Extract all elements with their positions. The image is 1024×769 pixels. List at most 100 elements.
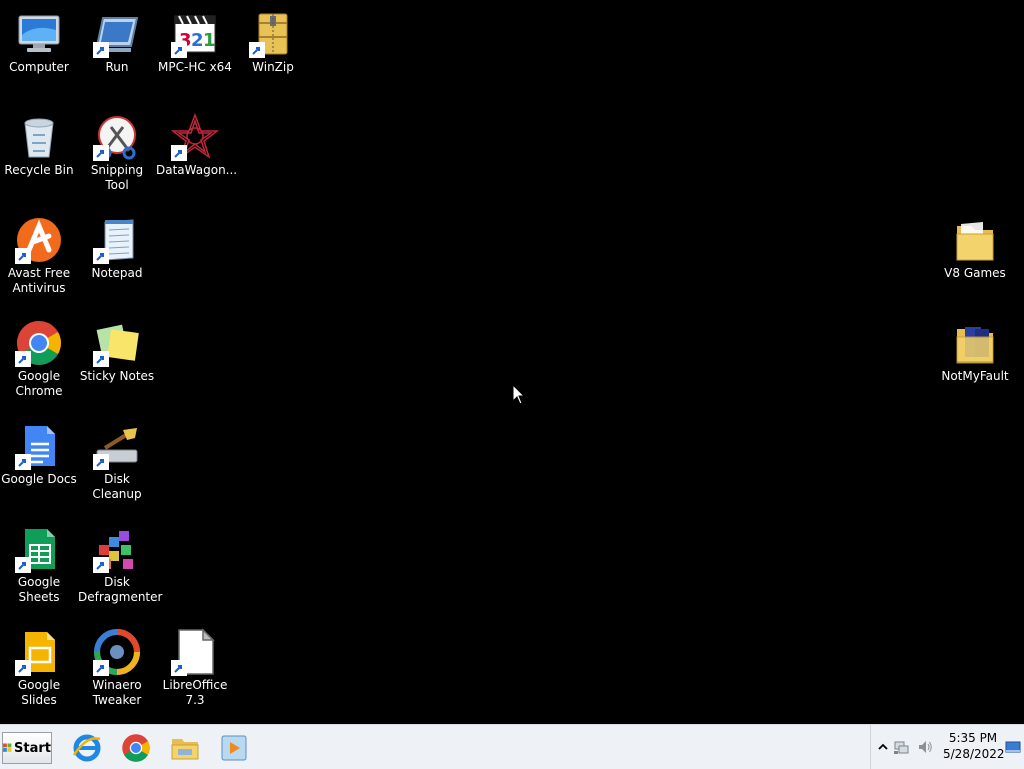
winaero-tweaker-icon bbox=[93, 628, 141, 676]
desktop-icon-google-chrome[interactable]: Google Chrome bbox=[0, 311, 78, 411]
taskbar-file-explorer[interactable] bbox=[168, 731, 202, 765]
desktop-icon-avast[interactable]: Avast Free Antivirus bbox=[0, 208, 78, 308]
taskbar-internet-explorer[interactable] bbox=[70, 731, 104, 765]
desktop-icon-disk-defragmenter[interactable]: Disk Defragmenter bbox=[78, 517, 163, 617]
sticky-notes-icon bbox=[93, 319, 141, 367]
google-docs-icon bbox=[15, 422, 63, 470]
disk-cleanup-icon bbox=[93, 422, 141, 470]
clock-date: 5/28/2022 bbox=[943, 747, 1005, 761]
shortcut-arrow-icon bbox=[15, 248, 31, 264]
desktop-icon-google-sheets[interactable]: Google Sheets bbox=[0, 517, 78, 617]
icon-label: Computer bbox=[9, 60, 69, 74]
desktop-icon-winzip[interactable]: WinZip bbox=[234, 2, 312, 102]
volume-icon[interactable] bbox=[917, 739, 933, 755]
desktop-icon-notepad[interactable]: Notepad bbox=[78, 208, 156, 308]
libreoffice-icon bbox=[171, 628, 219, 676]
icon-label: Run bbox=[105, 60, 129, 74]
recycle-bin-icon bbox=[15, 113, 63, 161]
folder-icon bbox=[951, 216, 999, 264]
shortcut-arrow-icon bbox=[171, 145, 187, 161]
shortcut-arrow-icon bbox=[93, 351, 109, 367]
clock-time: 5:35 PM bbox=[948, 731, 998, 745]
show-desktop-icon[interactable] bbox=[1005, 739, 1021, 755]
avast-icon bbox=[15, 216, 63, 264]
svg-text:2: 2 bbox=[191, 30, 204, 51]
desktop-icon-computer[interactable]: Computer bbox=[0, 2, 78, 102]
shortcut-arrow-icon bbox=[15, 454, 31, 470]
desktop-icon-snipping-tool[interactable]: Snipping Tool bbox=[78, 105, 156, 205]
desktop-icon-v8-games[interactable]: V8 Games bbox=[936, 208, 1014, 308]
taskbar-google-chrome[interactable] bbox=[119, 731, 153, 765]
shortcut-arrow-icon bbox=[249, 42, 265, 58]
shortcut-arrow-icon bbox=[15, 660, 31, 676]
icon-label: Sticky Notes bbox=[79, 369, 155, 383]
snipping-tool-icon bbox=[93, 113, 141, 161]
google-slides-icon bbox=[15, 628, 63, 676]
computer-icon bbox=[15, 10, 63, 58]
icon-label: Winaero Tweaker bbox=[92, 678, 142, 707]
icon-label: Google Slides bbox=[17, 678, 61, 707]
desktop-icon-winaero-tweaker[interactable]: Winaero Tweaker bbox=[78, 620, 156, 720]
icon-label: Disk Defragmenter bbox=[78, 575, 163, 604]
system-tray: 5:35 PM 5/28/2022 bbox=[870, 725, 1024, 769]
icon-label: Disk Cleanup bbox=[92, 472, 142, 501]
clock[interactable]: 5:35 PM 5/28/2022 bbox=[943, 730, 1005, 762]
shortcut-arrow-icon bbox=[93, 660, 109, 676]
svg-text:1: 1 bbox=[203, 30, 216, 51]
desktop-icon-mpc-hc[interactable]: 321 MPC-HC x64 bbox=[156, 2, 234, 102]
chrome-icon bbox=[15, 319, 63, 367]
network-icon[interactable] bbox=[893, 739, 909, 755]
shortcut-arrow-icon bbox=[171, 42, 187, 58]
shortcut-arrow-icon bbox=[171, 660, 187, 676]
icon-label: Google Sheets bbox=[17, 575, 61, 604]
desktop-icon-sticky-notes[interactable]: Sticky Notes bbox=[78, 311, 156, 411]
desktop-icon-libreoffice[interactable]: LibreOffice 7.3 bbox=[156, 620, 234, 720]
notepad-icon bbox=[93, 216, 141, 264]
icon-label: NotMyFault bbox=[941, 369, 1009, 383]
shortcut-arrow-icon bbox=[15, 557, 31, 573]
desktop-icon-run[interactable]: Run bbox=[78, 2, 156, 102]
icon-label: V8 Games bbox=[944, 266, 1006, 280]
shortcut-arrow-icon bbox=[93, 145, 109, 161]
desktop-icon-google-docs[interactable]: Google Docs bbox=[0, 414, 78, 514]
shortcut-arrow-icon bbox=[93, 42, 109, 58]
shortcut-arrow-icon bbox=[93, 248, 109, 264]
desktop-icon-disk-cleanup[interactable]: Disk Cleanup bbox=[78, 414, 156, 514]
run-icon bbox=[93, 10, 141, 58]
icon-label: WinZip bbox=[252, 60, 294, 74]
internet-explorer-icon bbox=[72, 734, 101, 762]
icon-label: Google Docs bbox=[1, 472, 77, 486]
mpc-hc-icon: 321 bbox=[171, 10, 219, 58]
desktop-icon-recycle-bin[interactable]: Recycle Bin bbox=[0, 105, 78, 205]
icon-label: LibreOffice 7.3 bbox=[162, 678, 228, 707]
start-button[interactable]: Start bbox=[2, 732, 52, 764]
taskbar-media-player[interactable] bbox=[217, 731, 251, 765]
icon-label: Notepad bbox=[91, 266, 143, 280]
chrome-icon bbox=[122, 734, 150, 762]
shortcut-arrow-icon bbox=[15, 351, 31, 367]
media-player-icon bbox=[221, 735, 247, 761]
mouse-cursor-icon bbox=[512, 384, 526, 405]
icon-label: DataWagon... bbox=[156, 163, 238, 177]
winzip-icon bbox=[249, 10, 297, 58]
file-explorer-icon bbox=[171, 739, 199, 760]
desktop-icon-google-slides[interactable]: Google Slides bbox=[0, 620, 78, 720]
taskbar: Start 5:35 PM 5/28/2022 bbox=[0, 724, 1024, 769]
desktop-icon-datawagon[interactable]: DataWagon... bbox=[156, 105, 238, 205]
folder-icon bbox=[951, 319, 999, 367]
icon-label: Google Chrome bbox=[15, 369, 63, 398]
icon-label: Snipping Tool bbox=[90, 163, 144, 192]
shortcut-arrow-icon bbox=[93, 454, 109, 470]
desktop[interactable]: Computer Run 321 MPC-HC x64 WinZip Recyc… bbox=[0, 0, 1024, 724]
icon-label: Avast Free Antivirus bbox=[7, 266, 71, 295]
disk-defragmenter-icon bbox=[93, 525, 141, 573]
desktop-icon-notmyfault[interactable]: NotMyFault bbox=[936, 311, 1014, 411]
icon-label: Recycle Bin bbox=[4, 163, 74, 177]
shortcut-arrow-icon bbox=[93, 557, 109, 573]
datawagon-icon bbox=[171, 113, 219, 161]
windows-logo-icon bbox=[3, 743, 12, 752]
show-hidden-icons-chevron[interactable] bbox=[875, 739, 891, 755]
icon-label: MPC-HC x64 bbox=[158, 60, 232, 74]
google-sheets-icon bbox=[15, 525, 63, 573]
start-label: Start bbox=[14, 740, 51, 756]
